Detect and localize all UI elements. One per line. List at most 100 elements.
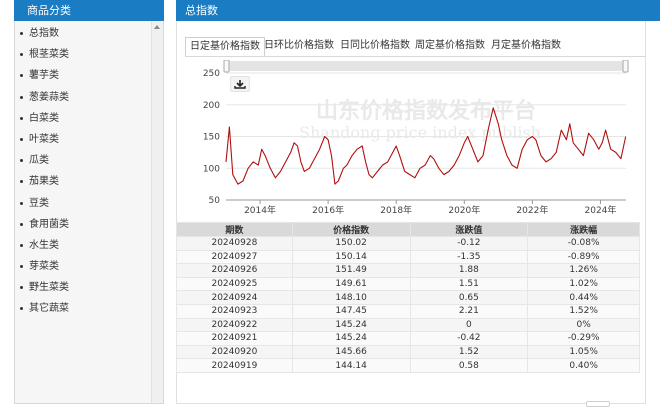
category-item[interactable]: 瓜类 — [15, 154, 151, 175]
price-index-table: 期数 价格指数 涨跌值 涨跌幅 20240928 150.02 -0.12 -0.08% 20… — [176, 222, 640, 373]
table-row: 20240921 145.24 -0.42 -0.29% — [176, 331, 640, 346]
table-cell: 20240920 — [176, 344, 293, 360]
table-cell: 20240923 — [176, 303, 293, 319]
download-icon[interactable] — [231, 77, 249, 91]
table-cell: 20240921 — [176, 331, 293, 346]
category-list: 总指数 根茎菜类 薯芋类 葱姜蒜类 白菜类 叶菜类 瓜类 茄果类 豆类 食用菌类 水生类 芽菜类 野生菜… — [15, 27, 151, 324]
table-cell: -0.42 — [409, 331, 529, 346]
category-item[interactable]: 水生类 — [15, 239, 151, 260]
column-header: 价格指数 — [291, 222, 411, 237]
table-cell: 20240926 — [176, 263, 293, 278]
category-item[interactable]: 葱姜蒜类 — [15, 91, 151, 112]
table-cell: 20240922 — [176, 317, 293, 333]
x-tick-label: 2020年 — [448, 204, 480, 216]
range-scroller-track — [226, 61, 626, 71]
column-header: 期数 — [176, 222, 293, 237]
table-cell: 1.88 — [409, 263, 529, 278]
sidebar: 商品分类 总指数 根茎菜类 薯芋类 葱姜蒜类 白菜类 叶菜类 瓜类 茄果类 豆类 食用菌类 水生类芽… — [0, 0, 164, 404]
table-cell: 2.21 — [409, 303, 529, 319]
table-cell: 1.51 — [409, 276, 529, 292]
table-row: 20240926 151.49 1.88 1.26% — [176, 263, 640, 278]
range-handle-right — [622, 60, 629, 73]
table-cell: 20240925 — [176, 276, 293, 292]
table-row: 20240927 150.14 -1.35 -0.89% — [176, 249, 640, 265]
table-row: 20240928 150.02 -0.12 -0.08% — [176, 236, 640, 251]
table-cell: 144.14 — [291, 358, 411, 373]
x-tick-label: 2024年 — [585, 204, 617, 216]
y-tick-label: 250 — [203, 69, 220, 79]
tabs-divider — [185, 56, 645, 57]
table-cell: -0.08% — [527, 236, 640, 251]
table-row: 20240924 148.10 0.65 0.44% — [176, 290, 640, 305]
sidebar-scrollbar[interactable] — [151, 21, 163, 403]
category-item[interactable]: 总指数 — [15, 27, 151, 48]
category-item[interactable]: 茄果类 — [15, 175, 151, 196]
table-cell: 145.66 — [291, 344, 411, 360]
table-cell: 150.14 — [291, 249, 411, 265]
category-item[interactable]: 野生菜类 — [15, 281, 151, 302]
table-cell: -1.35 — [409, 249, 529, 265]
main-header: 总指数 — [176, 0, 660, 21]
category-item[interactable]: 芽菜类 — [15, 260, 151, 281]
sidebar-title: 商品分类 — [14, 0, 164, 21]
category-panel: 总指数 根茎菜类 薯芋类 葱姜蒜类 白菜类 叶菜类 瓜类 茄果类 豆类 食用菌类 水生类 芽菜类 野生菜… — [14, 21, 164, 404]
table-cell: 147.45 — [291, 303, 411, 319]
table-cell: 1.52 — [409, 344, 529, 360]
table-cell: 0% — [527, 317, 640, 333]
table-cell: 1.26% — [527, 263, 640, 278]
y-tick-label: 200 — [203, 101, 220, 111]
table-cell: 0.40% — [527, 358, 640, 373]
table-cell: -0.29% — [527, 331, 640, 346]
range-handle-left — [223, 60, 230, 73]
table-cell: 20240927 — [176, 249, 293, 265]
chart-watermark: 山东价格指数发布平台 — [316, 98, 536, 124]
table-header-row: 期数 价格指数 涨跌值 涨跌幅 — [176, 222, 640, 237]
category-item[interactable]: 食用菌类 — [15, 218, 151, 239]
table-cell: 150.02 — [291, 236, 411, 251]
y-tick-label: 50 — [209, 196, 221, 206]
table-cell: 145.24 — [291, 331, 411, 346]
table-row: 20240925 149.61 1.51 1.02% — [176, 276, 640, 292]
table-cell: 20240924 — [176, 290, 293, 305]
chart-watermark-sub: Shandong price index publish — [299, 123, 541, 142]
table-cell: 1.02% — [527, 276, 640, 292]
table-cell: 0 — [409, 317, 529, 333]
category-item[interactable]: 豆类 — [15, 197, 151, 218]
category-item[interactable]: 白菜类 — [15, 112, 151, 133]
x-tick-label: 2016年 — [312, 204, 344, 216]
category-item[interactable]: 叶菜类 — [15, 133, 151, 154]
tab-3[interactable]: 日同比价格指数 — [336, 37, 414, 57]
download-button[interactable] — [230, 76, 250, 92]
table-row: 20240919 144.14 0.58 0.40% — [176, 358, 640, 373]
scroll-up-arrow-icon[interactable] — [154, 25, 160, 29]
x-tick-label: 2018年 — [380, 204, 412, 216]
table-row: 20240920 145.66 1.52 1.05% — [176, 344, 640, 360]
table-cell: 148.10 — [291, 290, 411, 305]
table-cell: 1.52% — [527, 303, 640, 319]
tab-5[interactable]: 月定基价格指数 — [487, 37, 565, 57]
tab-4[interactable]: 周定基价格指数 — [411, 37, 489, 57]
table-cell: 0.58 — [409, 358, 529, 373]
tab-2[interactable]: 日环比价格指数 — [260, 37, 338, 57]
table-cell: 0.65 — [409, 290, 529, 305]
chart-svg: 50 100 150 200 250 山东价格指数发布平台Shandong price i… — [203, 60, 629, 216]
column-header: 涨跌幅 — [527, 222, 640, 237]
column-header: 涨跌值 — [409, 222, 529, 237]
category-item[interactable]: 其它蔬菜 — [15, 302, 151, 323]
category-item[interactable]: 薯芋类 — [15, 69, 151, 90]
pagination-control[interactable] — [586, 401, 610, 407]
table-row: 20240923 147.45 2.21 1.52% — [176, 303, 640, 319]
price-index-chart: 50 100 150 200 250 山东价格指数发布平台 Shandong price i… — [196, 60, 636, 220]
table-cell: -0.89% — [527, 249, 640, 265]
table-cell: 151.49 — [291, 263, 411, 278]
table-cell: -0.12 — [409, 236, 529, 251]
tab-1[interactable]: 日定基价格指数 — [185, 37, 265, 57]
x-tick-label: 2014年 — [244, 204, 276, 216]
table-cell: 149.61 — [291, 276, 411, 292]
category-item[interactable]: 根茎菜类 — [15, 48, 151, 69]
table-cell: 20240919 — [176, 358, 293, 373]
table-body: 20240928 150.02 -0.12 -0.08% 20240927 150.14-… — [176, 236, 640, 373]
table-row: 20240922 145.24 0 0% — [176, 317, 640, 333]
x-tick-label: 2022年 — [516, 204, 548, 216]
table-cell: 20240928 — [176, 236, 293, 251]
